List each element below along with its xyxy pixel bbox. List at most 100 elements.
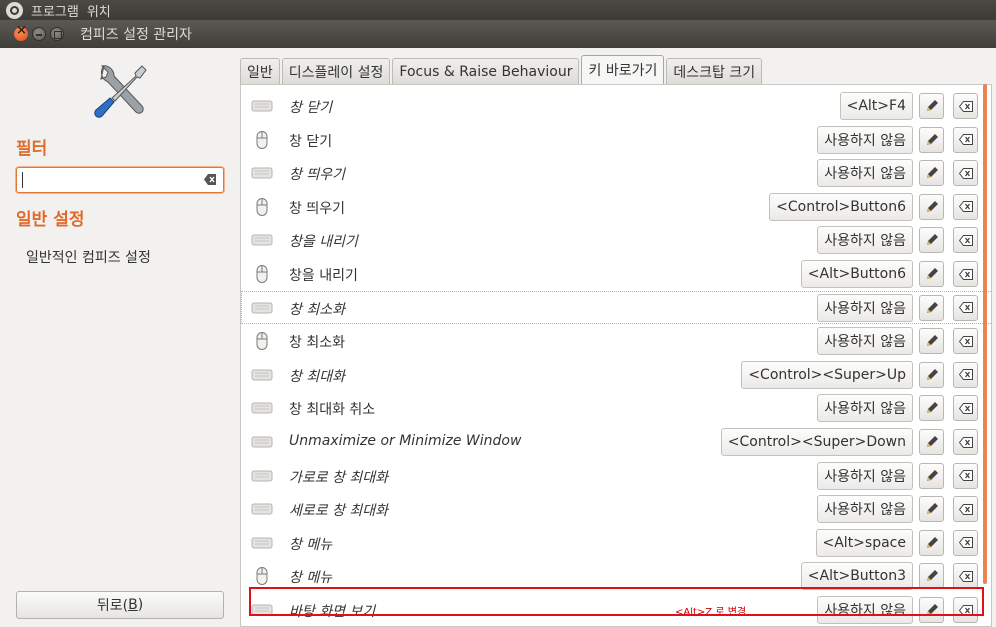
menu-programs[interactable]: 프로그램 <box>31 1 79 20</box>
filter-input[interactable] <box>16 167 224 193</box>
edit-shortcut-button[interactable] <box>919 563 944 590</box>
tab-bar: 일반 디스플레이 설정 Focus & Raise Behaviour 키 바로… <box>240 55 764 84</box>
binding-label: 창 띄우기 <box>289 167 345 184</box>
binding-row: 창 닫기 <Alt>F4 <box>241 89 991 122</box>
keyboard-icon <box>251 433 273 451</box>
clear-shortcut-button[interactable] <box>953 395 978 422</box>
tab-display[interactable]: 디스플레이 설정 <box>281 58 391 84</box>
tab-general[interactable]: 일반 <box>240 58 280 84</box>
edit-shortcut-button[interactable] <box>919 429 944 455</box>
edit-shortcut-button[interactable] <box>919 126 944 153</box>
back-label-end: ) <box>137 597 144 613</box>
clear-icon <box>958 268 973 280</box>
category-general-compiz[interactable]: 일반적인 컴피즈 설정 <box>26 247 151 267</box>
shortcut-value-button[interactable]: 사용하지 않음 <box>817 293 913 322</box>
binding-label: 창 최대화 <box>289 368 345 385</box>
shortcut-value-button[interactable]: 사용하지 않음 <box>817 327 913 356</box>
edit-shortcut-button[interactable] <box>919 361 944 388</box>
pencil-icon <box>926 335 938 347</box>
keyboard-icon <box>251 467 273 485</box>
keyboard-icon <box>251 299 273 317</box>
binding-row: 창 띄우기 사용하지 않음 <box>241 156 991 189</box>
edit-shortcut-button[interactable] <box>919 529 944 556</box>
mouse-icon <box>251 332 273 351</box>
shortcut-value-button[interactable]: <Alt>Button6 <box>800 260 913 288</box>
shortcut-value-button[interactable]: <Control>Button6 <box>769 192 913 221</box>
binding-label: 창 최소화 <box>289 301 345 318</box>
clear-shortcut-button[interactable] <box>953 294 978 321</box>
shortcut-value-button[interactable]: 사용하지 않음 <box>817 125 913 154</box>
shortcut-value-button[interactable]: 사용하지 않음 <box>817 394 913 423</box>
annotation-highlight-box <box>249 587 984 616</box>
ubuntu-logo-icon[interactable] <box>6 1 23 19</box>
clear-icon <box>958 335 973 347</box>
clear-shortcut-button[interactable] <box>953 496 978 523</box>
binding-label: 창 메뉴 <box>289 536 333 553</box>
edit-shortcut-button[interactable] <box>919 294 944 321</box>
scrollbar[interactable] <box>983 84 987 584</box>
keyboard-icon <box>251 399 273 417</box>
maximize-window-button[interactable] <box>50 27 64 41</box>
shortcut-value-button[interactable]: 사용하지 않음 <box>817 461 913 490</box>
minimize-window-button[interactable] <box>32 27 46 41</box>
clear-icon <box>958 537 973 549</box>
tab-shortcuts[interactable]: 키 바로가기 <box>581 55 665 84</box>
menu-places[interactable]: 위치 <box>87 1 111 20</box>
clear-shortcut-button[interactable] <box>953 462 978 489</box>
clear-shortcut-button[interactable] <box>953 361 978 388</box>
edit-shortcut-button[interactable] <box>919 462 944 489</box>
edit-shortcut-button[interactable] <box>919 395 944 422</box>
binding-label: 창 최소화 <box>289 335 345 352</box>
shortcut-value-button[interactable]: <Alt>space <box>815 528 913 557</box>
edit-shortcut-button[interactable] <box>919 160 944 187</box>
binding-row: 세로로 창 최대화 사용하지 않음 <box>241 492 991 525</box>
clear-shortcut-button[interactable] <box>953 93 978 119</box>
keyboard-icon <box>251 534 273 552</box>
back-label: 뒤로( <box>96 598 129 614</box>
keyboard-icon <box>251 366 273 384</box>
shortcut-value-button[interactable]: <Control><Super>Up <box>741 360 913 389</box>
pencil-icon <box>926 570 938 582</box>
binding-row: 가로로 창 최대화 사용하지 않음 <box>241 459 991 492</box>
mouse-icon <box>251 197 273 216</box>
clear-shortcut-button[interactable] <box>953 429 978 455</box>
clear-shortcut-button[interactable] <box>953 193 978 220</box>
filter-heading: 필터 <box>16 139 48 159</box>
edit-shortcut-button[interactable] <box>919 93 944 119</box>
clear-shortcut-button[interactable] <box>953 261 978 287</box>
clear-shortcut-button[interactable] <box>953 160 978 187</box>
edit-shortcut-button[interactable] <box>919 227 944 254</box>
shortcut-value-button[interactable]: 사용하지 않음 <box>817 495 913 524</box>
edit-shortcut-button[interactable] <box>919 261 944 287</box>
shortcut-value-button[interactable]: <Alt>F4 <box>839 92 913 120</box>
pencil-icon <box>926 301 938 313</box>
clear-text-icon[interactable] <box>204 174 217 185</box>
clear-shortcut-button[interactable] <box>953 328 978 355</box>
shortcut-value-button[interactable]: 사용하지 않음 <box>817 159 913 188</box>
clear-icon <box>958 134 973 146</box>
edit-shortcut-button[interactable] <box>919 328 944 355</box>
back-button[interactable]: 뒤로(B) <box>16 591 224 619</box>
clear-icon <box>958 402 973 414</box>
pencil-icon <box>926 268 938 279</box>
close-window-button[interactable] <box>14 23 28 41</box>
clear-shortcut-button[interactable] <box>953 563 978 590</box>
pencil-icon <box>926 200 938 212</box>
clear-shortcut-button[interactable] <box>953 529 978 556</box>
binding-label: 창 메뉴 <box>289 570 333 587</box>
clear-shortcut-button[interactable] <box>953 227 978 254</box>
binding-label: 세로로 창 최대화 <box>289 503 389 520</box>
tab-focus-raise[interactable]: Focus & Raise Behaviour <box>392 58 580 84</box>
binding-row: 창 닫기 사용하지 않음 <box>241 123 991 156</box>
binding-row: 창 띄우기 <Control>Button6 <box>241 190 991 223</box>
shortcut-value-button[interactable]: <Control><Super>Down <box>720 428 913 456</box>
clear-shortcut-button[interactable] <box>953 126 978 153</box>
keyboard-icon <box>251 231 273 249</box>
tab-desktop-size[interactable]: 데스크탑 크기 <box>666 58 763 84</box>
edit-shortcut-button[interactable] <box>919 496 944 523</box>
shortcut-value-button[interactable]: 사용하지 않음 <box>817 226 913 255</box>
edit-shortcut-button[interactable] <box>919 193 944 220</box>
clear-icon <box>958 369 973 381</box>
clear-icon <box>958 436 973 448</box>
clear-icon <box>958 570 973 582</box>
